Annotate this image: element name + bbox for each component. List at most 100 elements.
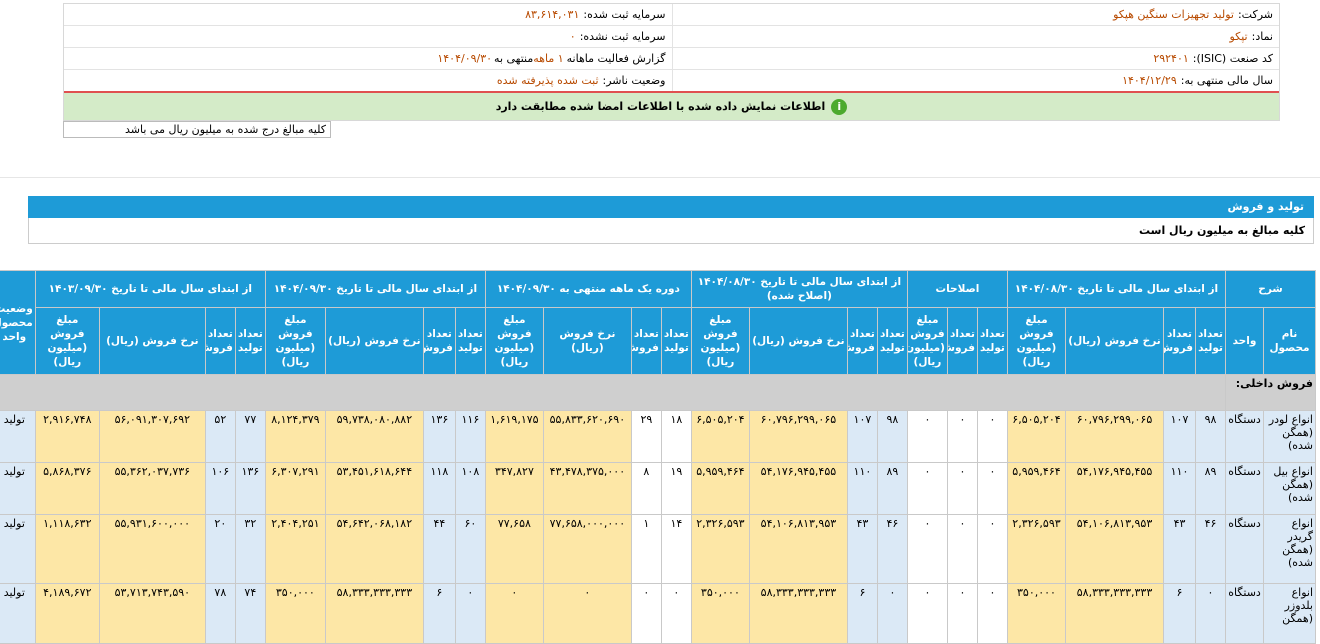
col-g2-sales-amount: مبلغ فروش (میلیون ریال)	[906, 307, 948, 375]
col-unit: واحد	[1225, 307, 1264, 375]
value-cell: ۵۳,۷۱۳,۷۴۳,۵۹۰	[98, 583, 206, 644]
production-sales-table: شرح از ابتدای سال مالی تا تاریخ ۱۴۰۴/۰۸/…	[0, 270, 1316, 644]
value-cell: ۱۱۰	[1163, 462, 1196, 515]
section-title: تولید و فروش	[28, 196, 1314, 218]
col-g5-production: تعداد تولید	[454, 307, 486, 375]
isic-cell: کد صنعت (ISIC): ۲۹۲۴۰۱	[671, 48, 1280, 69]
report-label: گزارش فعالیت ماهانه	[566, 52, 666, 65]
value-cell: ۵,۹۵۹,۴۶۴	[1006, 462, 1067, 515]
value-cell: ۸	[630, 462, 662, 515]
value-cell: ۲۹	[630, 410, 662, 463]
product-name-cell: انواع بلدوزر (همگن	[1263, 583, 1316, 644]
corrections-cell: ۰	[906, 514, 948, 584]
value-cell: ۱۰۷	[846, 410, 878, 463]
col-g2-sales-count: تعداد فروش	[946, 307, 978, 375]
value-cell: ۲,۹۱۶,۷۴۸	[34, 410, 100, 463]
value-cell: ۴۶	[876, 514, 908, 584]
product-name-cell: انواع بیل (همگن شده)	[1263, 462, 1316, 515]
value-cell: ۱	[630, 514, 662, 584]
value-cell: ۷۸	[204, 583, 236, 644]
report-suffix: منتهی به	[494, 52, 534, 65]
value-cell: ۷۷,۶۵۸,۰۰۰,۰۰۰	[542, 514, 632, 584]
registered-capital-cell: سرمایه ثبت شده: ۸۳,۶۱۴,۰۳۱	[64, 4, 672, 25]
value-cell: ۶۰	[454, 514, 486, 584]
col-g5-sales-count: تعداد فروش	[422, 307, 456, 375]
value-cell: ۵۴,۶۴۲,۰۶۸,۱۸۲	[324, 514, 424, 584]
fiscal-year-value: ۱۴۰۴/۱۲/۲۹	[1122, 74, 1177, 87]
value-cell: ۰	[1195, 583, 1226, 644]
unit-cell: دستگاه	[1225, 514, 1264, 584]
table-row: انواع گریدر (همگن شده) دستگاه ۴۶ ۴۳ ۵۴,۱۰۶,۸…	[0, 514, 1316, 584]
col-g3-sales-rate: نرخ فروش (ریال)	[748, 307, 848, 375]
value-cell: ۱۱۸	[422, 462, 456, 515]
col-g5-sales-rate: نرخ فروش (ریال)	[324, 307, 424, 375]
col-g1-production: تعداد تولید	[1195, 307, 1226, 375]
value-cell: ۱۹	[660, 462, 692, 515]
value-cell: ۵۴,۱۰۶,۸۱۳,۹۵۳	[748, 514, 848, 584]
value-cell: ۵,۹۵۹,۴۶۴	[690, 462, 750, 515]
value-cell: ۶,۵۰۵,۲۰۴	[1006, 410, 1067, 463]
report-period: ۱ ماهه	[533, 52, 564, 65]
value-cell: ۶,۵۰۵,۲۰۴	[690, 410, 750, 463]
company-header: شرکت: تولید تجهیزات سنگین هپکو سرمایه ثب…	[63, 3, 1280, 121]
value-cell: ۴,۱۸۹,۶۷۲	[34, 583, 100, 644]
corrections-cell: ۰	[946, 462, 978, 515]
value-cell: ۷۷,۶۵۸	[484, 514, 544, 584]
symbol-value[interactable]: تپکو	[1229, 30, 1247, 43]
group-label: فروش داخلی:	[1225, 374, 1316, 411]
unregistered-capital-cell: سرمایه ثبت نشده: ۰	[64, 26, 672, 47]
value-cell: ۵۸,۳۳۳,۳۳۳,۳۳۳	[1065, 583, 1164, 644]
corrections-cell: ۰	[976, 583, 1008, 644]
value-cell: ۵۴,۱۰۶,۸۱۳,۹۵۳	[1065, 514, 1164, 584]
value-cell: ۴۳,۴۷۸,۳۷۵,۰۰۰	[542, 462, 632, 515]
company-value[interactable]: تولید تجهیزات سنگین هپکو	[1113, 8, 1234, 21]
value-cell: ۶,۳۰۷,۲۹۱	[264, 462, 326, 515]
group-fill	[0, 374, 1227, 411]
section-subtitle: کلیه مبالغ به میلیون ریال است	[28, 218, 1314, 244]
product-name-cell: انواع گریدر (همگن شده)	[1263, 514, 1316, 584]
status-cell: تولید	[0, 410, 36, 463]
info-icon: i	[831, 98, 848, 115]
corrections-cell: ۰	[946, 410, 978, 463]
value-cell: ۶	[422, 583, 456, 644]
col-g3-production: تعداد تولید	[876, 307, 908, 375]
col-g2-production: تعداد تولید	[976, 307, 1008, 375]
value-cell: ۹۸	[1195, 410, 1226, 463]
fiscal-year-cell: سال مالی منتهی به: ۱۴۰۴/۱۲/۲۹	[671, 70, 1280, 91]
value-cell: ۱,۶۱۹,۱۷۵	[484, 410, 544, 463]
value-cell: ۱۰۷	[1163, 410, 1196, 463]
col-g4-sales-rate: نرخ فروش (ریال)	[542, 307, 632, 375]
value-cell: ۱۱۰	[846, 462, 878, 515]
status-cell: تولید	[0, 514, 36, 584]
unit-cell: دستگاه	[1225, 462, 1264, 515]
value-cell: ۵۹,۷۳۸,۰۸۰,۸۸۲	[324, 410, 424, 463]
value-cell: ۴۳	[846, 514, 878, 584]
value-cell: ۹۸	[876, 410, 908, 463]
isic-label: کد صنعت (ISIC):	[1192, 52, 1273, 65]
unit-cell: دستگاه	[1225, 410, 1264, 463]
value-cell: ۴۶	[1195, 514, 1226, 584]
value-cell: ۷۷	[234, 410, 266, 463]
value-cell: ۳۲	[234, 514, 266, 584]
value-cell: ۵۸,۳۳۳,۳۳۳,۳۳۳	[748, 583, 848, 644]
value-cell: ۱۳۶	[234, 462, 266, 515]
col-g6-sales-rate: نرخ فروش (ریال)	[98, 307, 206, 375]
col-g4-production: تعداد تولید	[660, 307, 692, 375]
value-cell: ۶	[846, 583, 878, 644]
value-cell: ۲,۴۰۴,۲۵۱	[264, 514, 326, 584]
symbol-cell: نماد: تپکو	[671, 26, 1280, 47]
col-product-status: وضعیت محصول-واحد	[0, 270, 36, 375]
col-group-description: شرح	[1225, 270, 1316, 308]
value-cell: ۵۶,۰۹۱,۳۰۷,۶۹۲	[98, 410, 206, 463]
isic-value: ۲۹۲۴۰۱	[1153, 52, 1189, 65]
verification-notice-text: اطلاعات نمایش داده شده با اطلاعات امضا ش…	[495, 100, 826, 113]
publisher-status-value: ثبت شده پذیرفته شده	[496, 74, 599, 87]
col-group-ytd-1404-08: از ابتدای سال مالی تا تاریخ ۱۴۰۴/۰۸/۳۰	[1006, 270, 1227, 308]
col-g5-sales-amount: مبلغ فروش (میلیون ریال)	[264, 307, 326, 375]
status-cell: تولید	[0, 462, 36, 515]
product-name-cell: انواع لودر (همگن شده)	[1263, 410, 1316, 463]
unregistered-capital-value: ۰	[569, 30, 576, 43]
value-cell: ۱۸	[660, 410, 692, 463]
corrections-cell: ۰	[946, 514, 978, 584]
col-g1-sales-rate: نرخ فروش (ریال)	[1065, 307, 1164, 375]
